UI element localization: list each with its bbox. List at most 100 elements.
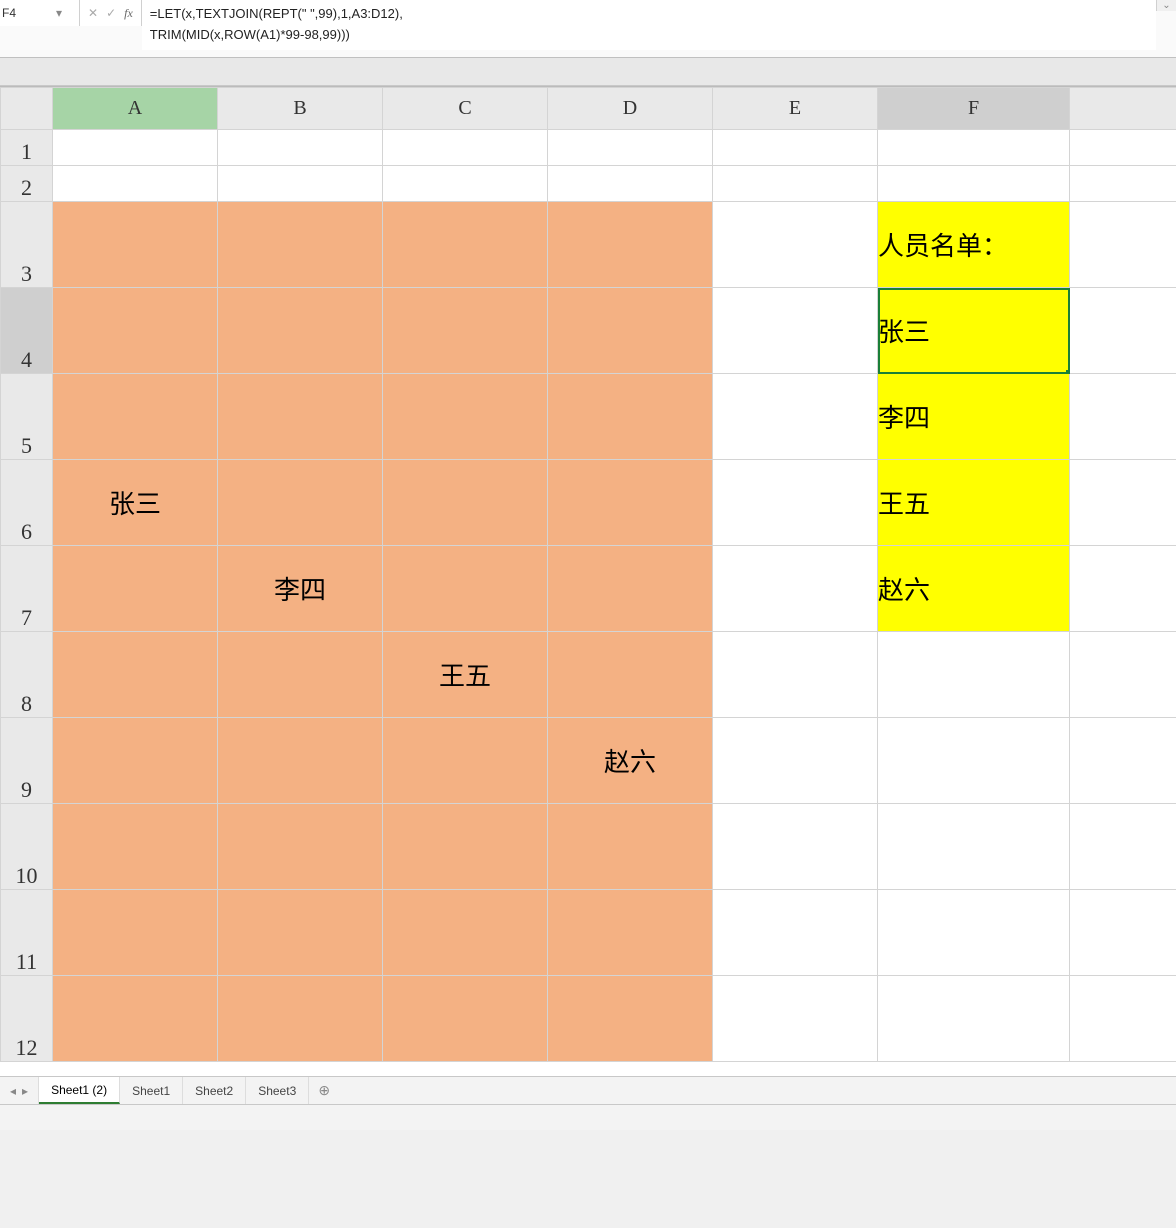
- cell-E3[interactable]: [713, 202, 878, 288]
- sheet-tab-3[interactable]: Sheet3: [246, 1077, 309, 1104]
- row-header-4[interactable]: 4: [1, 288, 53, 374]
- cell-B12[interactable]: [218, 976, 383, 1062]
- spreadsheet-grid[interactable]: A B C D E F 1 2 3 人员名单： 4: [0, 87, 1176, 1062]
- cell-A12[interactable]: [53, 976, 218, 1062]
- cell-G1[interactable]: [1070, 130, 1176, 166]
- cell-G8[interactable]: [1070, 632, 1176, 718]
- cell-F10[interactable]: [878, 804, 1070, 890]
- cell-B6[interactable]: [218, 460, 383, 546]
- row-header-5[interactable]: 5: [1, 374, 53, 460]
- cell-B8[interactable]: [218, 632, 383, 718]
- col-header-extra[interactable]: [1070, 88, 1176, 130]
- col-header-E[interactable]: E: [713, 88, 878, 130]
- cell-A1[interactable]: [53, 130, 218, 166]
- col-header-A[interactable]: A: [53, 88, 218, 130]
- col-header-F[interactable]: F: [878, 88, 1070, 130]
- cell-D4[interactable]: [548, 288, 713, 374]
- cell-E2[interactable]: [713, 166, 878, 202]
- cell-G3[interactable]: [1070, 202, 1176, 288]
- sheet-area[interactable]: A B C D E F 1 2 3 人员名单： 4: [0, 86, 1176, 1086]
- add-sheet-button[interactable]: ⊕: [309, 1077, 339, 1104]
- cell-F4[interactable]: 张三: [878, 288, 1070, 374]
- cell-C12[interactable]: [383, 976, 548, 1062]
- cell-A3[interactable]: [53, 202, 218, 288]
- cell-C2[interactable]: [383, 166, 548, 202]
- tab-nav-controls[interactable]: ◂ ▸: [0, 1077, 39, 1104]
- cell-G7[interactable]: [1070, 546, 1176, 632]
- cell-D8[interactable]: [548, 632, 713, 718]
- name-box[interactable]: [2, 6, 54, 20]
- cell-G4[interactable]: [1070, 288, 1176, 374]
- cell-C1[interactable]: [383, 130, 548, 166]
- cell-F11[interactable]: [878, 890, 1070, 976]
- cell-C6[interactable]: [383, 460, 548, 546]
- col-header-B[interactable]: B: [218, 88, 383, 130]
- cell-B3[interactable]: [218, 202, 383, 288]
- cell-C5[interactable]: [383, 374, 548, 460]
- cell-B9[interactable]: [218, 718, 383, 804]
- cell-D12[interactable]: [548, 976, 713, 1062]
- cell-A7[interactable]: [53, 546, 218, 632]
- cell-E6[interactable]: [713, 460, 878, 546]
- cell-A5[interactable]: [53, 374, 218, 460]
- cell-A2[interactable]: [53, 166, 218, 202]
- cell-A11[interactable]: [53, 890, 218, 976]
- cell-A9[interactable]: [53, 718, 218, 804]
- cell-B10[interactable]: [218, 804, 383, 890]
- row-header-9[interactable]: 9: [1, 718, 53, 804]
- cell-E9[interactable]: [713, 718, 878, 804]
- row-header-1[interactable]: 1: [1, 130, 53, 166]
- row-header-7[interactable]: 7: [1, 546, 53, 632]
- cell-F12[interactable]: [878, 976, 1070, 1062]
- cell-D2[interactable]: [548, 166, 713, 202]
- col-header-D[interactable]: D: [548, 88, 713, 130]
- cell-D9[interactable]: 赵六: [548, 718, 713, 804]
- cell-G5[interactable]: [1070, 374, 1176, 460]
- cell-F3[interactable]: 人员名单：: [878, 202, 1070, 288]
- row-header-2[interactable]: 2: [1, 166, 53, 202]
- cell-G12[interactable]: [1070, 976, 1176, 1062]
- accept-icon[interactable]: ✓: [106, 6, 116, 20]
- cell-E5[interactable]: [713, 374, 878, 460]
- sheet-tab-2[interactable]: Sheet2: [183, 1077, 246, 1104]
- cell-G11[interactable]: [1070, 890, 1176, 976]
- cell-A4[interactable]: [53, 288, 218, 374]
- sheet-tab-1[interactable]: Sheet1: [120, 1077, 183, 1104]
- cell-F8[interactable]: [878, 632, 1070, 718]
- cell-D7[interactable]: [548, 546, 713, 632]
- formula-input[interactable]: =LET(x,TEXTJOIN(REPT(" ",99),1,A3:D12), …: [142, 0, 1156, 50]
- row-header-6[interactable]: 6: [1, 460, 53, 546]
- row-header-12[interactable]: 12: [1, 976, 53, 1062]
- formula-expand-icon[interactable]: ⌄: [1156, 0, 1176, 11]
- cell-D10[interactable]: [548, 804, 713, 890]
- cell-B2[interactable]: [218, 166, 383, 202]
- cell-G10[interactable]: [1070, 804, 1176, 890]
- cell-G9[interactable]: [1070, 718, 1176, 804]
- cell-C7[interactable]: [383, 546, 548, 632]
- cell-A10[interactable]: [53, 804, 218, 890]
- cell-D3[interactable]: [548, 202, 713, 288]
- cell-F6[interactable]: 王五: [878, 460, 1070, 546]
- cell-D6[interactable]: [548, 460, 713, 546]
- cell-G6[interactable]: [1070, 460, 1176, 546]
- cell-B7[interactable]: 李四: [218, 546, 383, 632]
- cell-C8[interactable]: 王五: [383, 632, 548, 718]
- cell-C10[interactable]: [383, 804, 548, 890]
- cell-B4[interactable]: [218, 288, 383, 374]
- tab-nav-prev-icon[interactable]: ◂: [10, 1084, 16, 1098]
- cell-E10[interactable]: [713, 804, 878, 890]
- select-all-corner[interactable]: [1, 88, 53, 130]
- cell-E4[interactable]: [713, 288, 878, 374]
- cell-B1[interactable]: [218, 130, 383, 166]
- sheet-tab-0[interactable]: Sheet1 (2): [39, 1077, 120, 1104]
- cell-E11[interactable]: [713, 890, 878, 976]
- cell-C11[interactable]: [383, 890, 548, 976]
- cell-D5[interactable]: [548, 374, 713, 460]
- cell-A6[interactable]: 张三: [53, 460, 218, 546]
- cell-E1[interactable]: [713, 130, 878, 166]
- cell-A8[interactable]: [53, 632, 218, 718]
- cell-E7[interactable]: [713, 546, 878, 632]
- tab-nav-next-icon[interactable]: ▸: [22, 1084, 28, 1098]
- cell-C3[interactable]: [383, 202, 548, 288]
- name-box-dropdown-icon[interactable]: ▾: [54, 8, 64, 18]
